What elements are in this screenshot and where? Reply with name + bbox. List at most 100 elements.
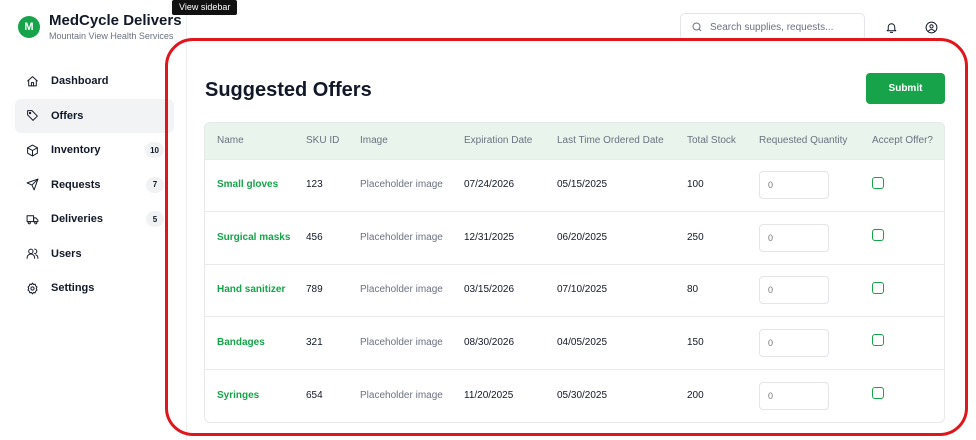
accept-cell — [860, 264, 944, 317]
sidebar-item-dashboard[interactable]: Dashboard — [15, 64, 174, 99]
accept-offer-checkbox[interactable] — [872, 281, 884, 294]
quantity-cell — [747, 159, 860, 212]
view-sidebar-tooltip: View sidebar — [172, 0, 238, 15]
quantity-cell — [747, 212, 860, 265]
last-ordered-date: 05/30/2025 — [557, 389, 608, 401]
item-name: Bandages — [217, 336, 265, 348]
image-placeholder: Placeholder image — [360, 231, 443, 243]
sidebar-nav: Dashboard Offers Inventory 10 Requests 7… — [15, 64, 174, 306]
brand-title: MedCycle Delivers — [49, 12, 182, 29]
item-name: Syringes — [217, 389, 260, 401]
item-name: Surgical masks — [217, 231, 291, 243]
home-icon — [25, 74, 39, 88]
column-header-accept: Accept Offer? — [872, 134, 933, 146]
sidebar-item-label: Settings — [51, 282, 95, 295]
search-icon — [692, 22, 702, 32]
sidebar-item-inventory[interactable]: Inventory 10 — [15, 133, 174, 168]
send-icon — [25, 178, 39, 192]
submit-button[interactable]: Submit — [866, 73, 945, 104]
users-icon — [25, 247, 39, 261]
table-header-row: Name SKU ID Image Expiration Date Last T… — [205, 123, 944, 159]
expiration-date: 08/30/2026 — [464, 336, 515, 348]
deliveries-count-badge: 5 — [146, 211, 164, 228]
sku-id: 654 — [306, 389, 323, 401]
sidebar-item-label: Dashboard — [51, 75, 109, 88]
sku-id: 321 — [306, 336, 323, 348]
expiration-date: 03/15/2026 — [464, 284, 515, 296]
accept-cell — [860, 159, 944, 212]
expiration-date: 12/31/2025 — [464, 231, 515, 243]
last-ordered-date: 05/15/2025 — [557, 179, 608, 191]
user-account-icon[interactable] — [924, 20, 938, 34]
accept-cell — [860, 317, 944, 370]
sku-id: 789 — [306, 284, 323, 296]
table-row: Small gloves 123 Placeholder image 07/24… — [205, 159, 944, 212]
sidebar: M MedCycle Delivers Mountain View Health… — [0, 0, 187, 440]
requests-count-badge: 7 — [146, 176, 164, 193]
requested-quantity-input[interactable] — [759, 223, 829, 252]
table-row: Syringes 654 Placeholder image 11/20/202… — [205, 369, 944, 422]
item-name: Small gloves — [217, 179, 279, 191]
image-placeholder: Placeholder image — [360, 336, 443, 348]
box-icon — [25, 143, 39, 157]
sidebar-item-label: Users — [51, 247, 82, 260]
search-input[interactable] — [710, 21, 860, 33]
brand-subtitle: Mountain View Health Services — [49, 31, 174, 41]
offers-table: Name SKU ID Image Expiration Date Last T… — [204, 122, 945, 423]
gear-icon — [25, 281, 39, 295]
column-header-image: Image — [360, 134, 388, 146]
accept-offer-checkbox[interactable] — [872, 387, 884, 399]
sidebar-item-requests[interactable]: Requests 7 — [15, 168, 174, 203]
expiration-date: 11/20/2025 — [464, 389, 514, 401]
quantity-cell — [747, 369, 860, 422]
requested-quantity-input[interactable] — [759, 381, 829, 410]
accept-offer-checkbox[interactable] — [872, 229, 884, 242]
inventory-count-badge: 10 — [145, 142, 164, 159]
expiration-date: 07/24/2026 — [464, 179, 515, 191]
table-row: Bandages 321 Placeholder image 08/30/202… — [205, 316, 944, 370]
accept-offer-checkbox[interactable] — [872, 176, 884, 189]
image-placeholder: Placeholder image — [360, 284, 443, 296]
image-placeholder: Placeholder image — [360, 179, 443, 191]
total-stock: 80 — [687, 284, 699, 296]
total-stock: 100 — [687, 179, 704, 191]
brand[interactable]: M MedCycle Delivers Mountain View Health… — [18, 12, 182, 42]
sidebar-item-offers[interactable]: Offers — [15, 98, 174, 133]
total-stock: 250 — [687, 231, 704, 243]
column-header-name: Name — [217, 134, 244, 146]
requested-quantity-input[interactable] — [759, 171, 829, 200]
sku-id: 456 — [306, 231, 323, 243]
requested-quantity-input[interactable] — [759, 276, 829, 305]
total-stock: 150 — [687, 336, 704, 348]
sidebar-item-settings[interactable]: Settings — [15, 271, 174, 306]
quantity-cell — [747, 317, 860, 370]
requested-quantity-input[interactable] — [759, 328, 829, 357]
sidebar-item-label: Deliveries — [51, 213, 103, 226]
column-header-requested-qty: Requested Quantity — [759, 134, 848, 146]
column-header-sku: SKU ID — [306, 134, 340, 146]
table-row: Surgical masks 456 Placeholder image 12/… — [205, 211, 944, 265]
column-header-last-ordered: Last Time Ordered Date — [557, 134, 664, 146]
column-header-expiration: Expiration Date — [464, 134, 533, 146]
truck-icon — [25, 212, 39, 226]
quantity-cell — [747, 264, 860, 317]
sidebar-item-label: Offers — [51, 109, 84, 122]
search-box[interactable] — [680, 13, 865, 41]
sidebar-item-users[interactable]: Users — [15, 237, 174, 272]
sidebar-item-deliveries[interactable]: Deliveries 5 — [15, 202, 174, 237]
last-ordered-date: 04/05/2025 — [557, 336, 608, 348]
accept-offer-checkbox[interactable] — [872, 334, 884, 347]
column-header-stock: Total Stock — [687, 134, 736, 146]
last-ordered-date: 06/20/2025 — [557, 231, 608, 243]
bell-icon[interactable] — [884, 20, 898, 34]
page-title: Suggested Offers — [205, 79, 372, 101]
total-stock: 200 — [687, 389, 704, 401]
sidebar-item-label: Inventory — [51, 144, 101, 157]
last-ordered-date: 07/10/2025 — [557, 284, 608, 296]
table-row: Hand sanitizer 789 Placeholder image 03/… — [205, 264, 944, 317]
accept-cell — [860, 212, 944, 265]
accept-cell — [860, 369, 944, 422]
tag-icon — [25, 109, 39, 123]
sidebar-item-label: Requests — [51, 178, 101, 191]
image-placeholder: Placeholder image — [360, 389, 443, 401]
